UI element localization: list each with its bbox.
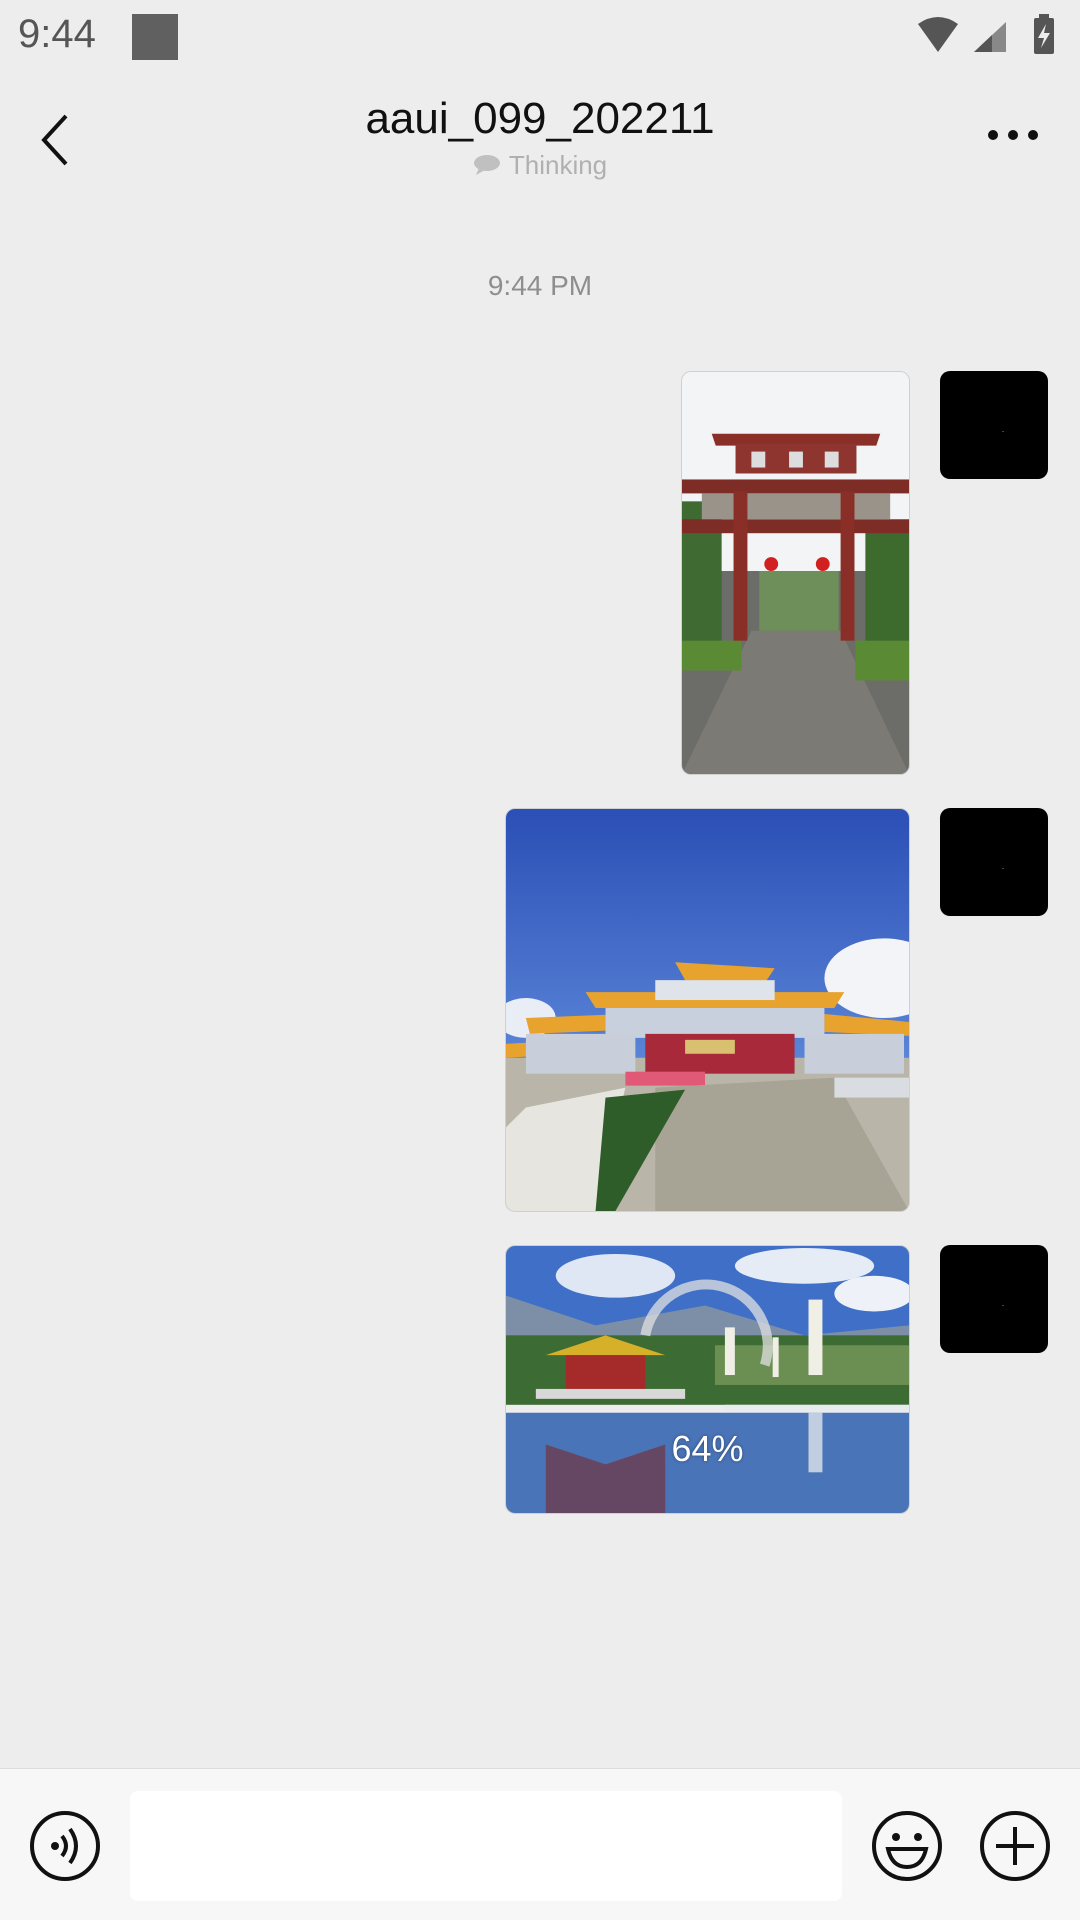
voice-icon[interactable]: [28, 1809, 102, 1883]
typing-status-text: Thinking: [508, 150, 608, 180]
image-temple: [506, 809, 909, 1211]
status-time: 9:44: [18, 12, 96, 56]
status-bar: 9:44: [0, 0, 1080, 76]
message-input[interactable]: [130, 1791, 842, 1901]
status-icons: [918, 14, 1054, 54]
battery-charging-icon: [1034, 14, 1054, 54]
typing-status: Thinking: [0, 150, 1080, 181]
plus-circle-icon[interactable]: [978, 1809, 1052, 1883]
more-horizontal-icon[interactable]: [988, 130, 1038, 144]
chat-title: aaui_099_202211: [365, 94, 715, 143]
image-message[interactable]: [505, 808, 910, 1212]
avatar[interactable]: [940, 371, 1048, 479]
image-temple-gate: [682, 372, 909, 774]
notification-icon: [132, 14, 178, 60]
upload-progress-text: 64%: [671, 1428, 744, 1469]
image-message[interactable]: [681, 371, 910, 775]
chat-timestamp: 9:44 PM: [487, 270, 593, 301]
wifi-icon: [918, 17, 958, 52]
avatar[interactable]: [940, 808, 1048, 916]
image-message-uploading[interactable]: 64%: [505, 1245, 910, 1514]
avatar[interactable]: [940, 1245, 1048, 1353]
chat-header: aaui_099_202211 Thinking: [0, 76, 1080, 200]
image-pagodas-lake: [506, 1246, 909, 1513]
chat-bubble-icon: [473, 155, 500, 175]
emoji-icon[interactable]: [870, 1809, 944, 1883]
input-bar: [0, 1768, 1080, 1920]
